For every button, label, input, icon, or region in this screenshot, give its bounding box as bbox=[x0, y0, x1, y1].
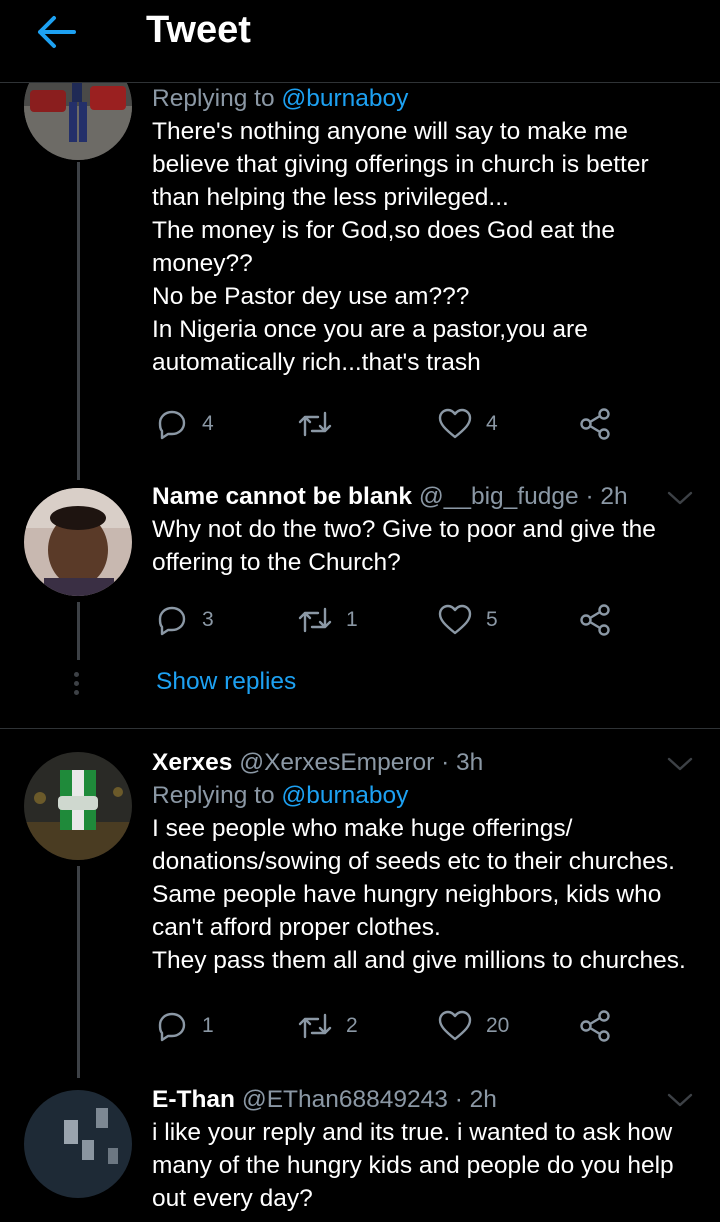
tweet-text-line: No be Pastor dey use am??? bbox=[152, 283, 470, 310]
avatar-photo bbox=[24, 488, 132, 596]
arrow-left-icon bbox=[38, 16, 76, 48]
replying-handle-link[interactable]: @burnaboy bbox=[281, 782, 408, 809]
share-button[interactable] bbox=[578, 404, 612, 444]
share-icon bbox=[580, 1010, 610, 1042]
divider bbox=[0, 728, 720, 729]
timestamp: · 2h bbox=[585, 483, 628, 510]
tweet-text-line: believe that giving offerings in church … bbox=[152, 151, 649, 178]
handle[interactable]: @__big_fudge bbox=[419, 483, 579, 510]
share-icon bbox=[580, 408, 610, 440]
tweet-header: E-Than @EThan68849243 · 2h bbox=[152, 1083, 702, 1116]
more-options-button[interactable] bbox=[666, 754, 694, 774]
share-button[interactable] bbox=[578, 1006, 612, 1046]
reply-button[interactable]: 1 bbox=[156, 1006, 214, 1046]
like-button[interactable]: 5 bbox=[438, 600, 498, 640]
tweet-text-line: There's nothing anyone will say to make … bbox=[152, 118, 628, 145]
heart-icon bbox=[438, 1010, 472, 1041]
tweet-text-line: i like your reply and its true. i wanted… bbox=[152, 1119, 673, 1146]
reply-button[interactable]: 3 bbox=[156, 600, 214, 640]
display-name[interactable]: Xerxes bbox=[152, 749, 232, 776]
like-count: 20 bbox=[486, 1014, 510, 1037]
tweet-text-line: Why not do the two? Give to poor and giv… bbox=[152, 516, 656, 543]
tweet-actions: 3 1 5 bbox=[152, 600, 632, 640]
display-name[interactable]: Name cannot be blank bbox=[152, 483, 412, 510]
heart-icon bbox=[438, 604, 472, 635]
display-name[interactable]: E-Than bbox=[152, 1086, 235, 1113]
reply-icon bbox=[158, 606, 186, 636]
more-options-button[interactable] bbox=[666, 488, 694, 508]
tweet-text-line: Same people have hungry neighbors, kids … bbox=[152, 881, 662, 908]
avatar-photo bbox=[24, 1090, 132, 1198]
more-options-button[interactable] bbox=[666, 1090, 694, 1110]
tweet-text: There's nothing anyone will say to make … bbox=[152, 115, 702, 379]
like-count: 4 bbox=[486, 412, 498, 435]
tweet-text-line: out every day? bbox=[152, 1185, 313, 1212]
tweet-actions: 4 4 bbox=[152, 404, 632, 444]
show-replies-link[interactable]: Show replies bbox=[156, 668, 296, 696]
thread-line bbox=[77, 162, 80, 480]
replying-to: Replying to @burnaboy bbox=[152, 85, 409, 112]
tweet-text-line: I see people who make huge offerings/ bbox=[152, 815, 573, 842]
avatar[interactable] bbox=[24, 488, 132, 596]
tweet-actions: 1 2 20 bbox=[152, 1006, 632, 1046]
avatar[interactable] bbox=[24, 1090, 132, 1198]
like-button[interactable]: 4 bbox=[438, 404, 498, 444]
retweet-button[interactable]: 1 bbox=[298, 600, 358, 640]
top-bar: Tweet bbox=[0, 0, 720, 83]
back-button[interactable] bbox=[30, 10, 84, 54]
thread-line bbox=[77, 866, 80, 1078]
tweet-text-line: offering to the Church? bbox=[152, 549, 401, 576]
retweet-count: 2 bbox=[346, 1014, 358, 1037]
tweet-text: i like your reply and its true. i wanted… bbox=[152, 1116, 702, 1215]
reply-count: 1 bbox=[202, 1014, 214, 1037]
reply-icon bbox=[158, 410, 186, 440]
handle[interactable]: @EThan68849243 bbox=[242, 1086, 448, 1113]
tweet-text-line: money?? bbox=[152, 250, 253, 277]
timestamp: · 3h bbox=[441, 749, 484, 776]
retweet-icon bbox=[298, 607, 332, 633]
reply-count: 3 bbox=[202, 608, 214, 631]
more-replies-dots bbox=[74, 672, 84, 699]
handle[interactable]: @XerxesEmperor bbox=[239, 749, 434, 776]
retweet-button[interactable]: 2 bbox=[298, 1006, 358, 1046]
tweet-text-line: automatically rich...that's trash bbox=[152, 349, 481, 376]
replying-handle-link[interactable]: @burnaboy bbox=[281, 85, 408, 112]
page-title: Tweet bbox=[146, 9, 251, 51]
chevron-down-icon bbox=[667, 491, 693, 505]
like-count: 5 bbox=[486, 608, 498, 631]
avatar[interactable] bbox=[24, 752, 132, 860]
chevron-down-icon bbox=[667, 1093, 693, 1107]
retweet-count: 1 bbox=[346, 608, 358, 631]
tweet-header: Name cannot be blank @__big_fudge · 2h bbox=[152, 480, 702, 513]
retweet-button[interactable] bbox=[298, 404, 346, 444]
tweet-text-line: In Nigeria once you are a pastor,you are bbox=[152, 316, 588, 343]
share-icon bbox=[580, 604, 610, 636]
tweet-text-line: than helping the less privileged... bbox=[152, 184, 509, 211]
tweet-text-line: can't afford proper clothes. bbox=[152, 914, 441, 941]
timestamp: · 2h bbox=[454, 1086, 497, 1113]
thread-line bbox=[77, 602, 80, 660]
reply-icon bbox=[158, 1012, 186, 1042]
tweet-text-line: many of the hungry kids and people do yo… bbox=[152, 1152, 674, 1179]
avatar-photo bbox=[24, 752, 132, 860]
heart-icon bbox=[438, 408, 472, 439]
reply-count: 4 bbox=[202, 412, 214, 435]
chevron-down-icon bbox=[667, 757, 693, 771]
retweet-icon bbox=[298, 411, 332, 437]
tweet-text-line: donations/sowing of seeds etc to their c… bbox=[152, 848, 675, 875]
tweet-text: I see people who make huge offerings/ do… bbox=[152, 812, 702, 977]
like-button[interactable]: 20 bbox=[438, 1006, 509, 1046]
retweet-icon bbox=[298, 1013, 332, 1039]
replying-to: Replying to @burnaboy bbox=[152, 782, 409, 809]
reply-button[interactable]: 4 bbox=[156, 404, 214, 444]
tweet-text-line: They pass them all and give millions to … bbox=[152, 947, 686, 974]
share-button[interactable] bbox=[578, 600, 612, 640]
tweet-header: Xerxes @XerxesEmperor · 3h bbox=[152, 746, 702, 779]
tweet-text: Why not do the two? Give to poor and giv… bbox=[152, 513, 702, 579]
tweet-text-line: The money is for God,so does God eat the bbox=[152, 217, 616, 244]
